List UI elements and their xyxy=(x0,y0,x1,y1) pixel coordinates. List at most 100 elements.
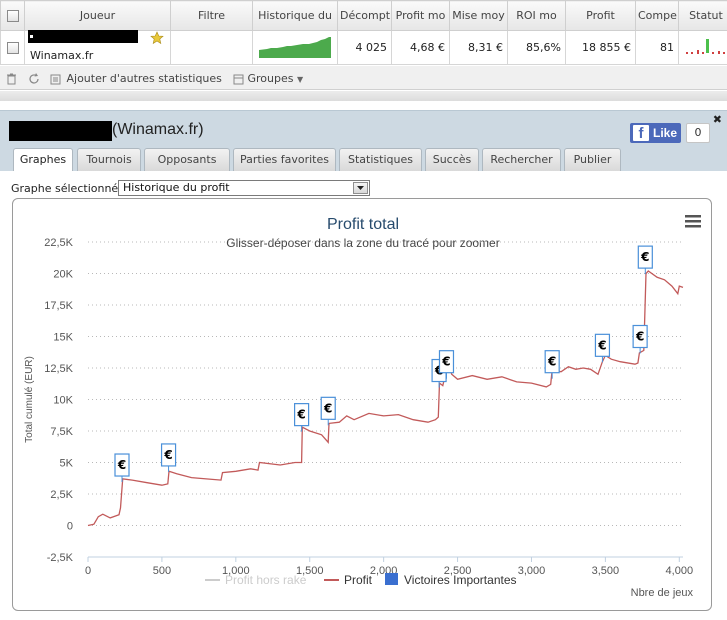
facebook-like-label: Like xyxy=(653,126,677,140)
header-profit-moyen[interactable]: Profit mo xyxy=(392,1,450,31)
history-sparkline xyxy=(257,34,333,58)
profit-chart[interactable]: Profit total Glisser-déposer dans la zone… xyxy=(12,198,712,611)
roi-moyen-value: 85,6% xyxy=(508,31,566,65)
legend-label-profit: Profit xyxy=(344,573,373,587)
y-tick-label: 7,5K xyxy=(50,426,73,438)
header-historique[interactable]: Historique du xyxy=(253,1,338,31)
euro-icon: € xyxy=(117,458,126,472)
groups-label: Groupes xyxy=(248,72,294,85)
panel-title: (Winamax.fr) xyxy=(112,121,204,139)
facebook-icon: f xyxy=(633,125,649,141)
header-roi-moyen[interactable]: ROI mo xyxy=(508,1,566,31)
euro-icon: € xyxy=(323,401,332,415)
compe-value: 81 xyxy=(636,31,679,65)
euro-icon: € xyxy=(640,250,649,264)
euro-icon: € xyxy=(296,408,305,422)
tab-graphes[interactable]: Graphes xyxy=(13,148,73,172)
redacted-dot xyxy=(30,35,33,38)
euro-icon: € xyxy=(163,448,172,462)
graph-select[interactable]: Historique du profit xyxy=(118,180,370,196)
tab-statistiques[interactable]: Statistiques xyxy=(339,148,422,171)
y-tick-label: 12,5K xyxy=(44,363,73,375)
chart-menu-bar xyxy=(685,220,701,223)
euro-icon: € xyxy=(547,355,556,369)
filter-cell xyxy=(171,31,253,65)
player-panel: ✖ (Winamax.fr) f Like 0 Graphes Tournois… xyxy=(0,110,727,619)
euro-icon: € xyxy=(597,338,606,352)
facebook-like-count: 0 xyxy=(686,123,710,143)
tab-tournois[interactable]: Tournois xyxy=(77,148,141,171)
graph-select-value: Historique du profit xyxy=(123,181,230,194)
graphs-content: Graphe sélectionné : Historique du profi… xyxy=(0,171,727,620)
select-all-cell[interactable] xyxy=(1,1,25,31)
header-mise-moyenne[interactable]: Mise moy xyxy=(450,1,508,31)
redacted-player-name xyxy=(28,30,138,43)
history-cell xyxy=(253,31,338,65)
x-tick-label: 3,500 xyxy=(592,565,620,577)
refresh-icon[interactable] xyxy=(28,72,40,85)
y-tick-label: 20K xyxy=(53,269,73,281)
decompte-value: 4 025 xyxy=(338,31,392,65)
euro-icon: € xyxy=(635,330,644,344)
chart-svg[interactable]: Profit total Glisser-déposer dans la zone… xyxy=(13,199,712,611)
row-checkbox[interactable] xyxy=(7,42,19,54)
x-axis-title: Nbre de jeux xyxy=(631,587,694,599)
add-stats-icon xyxy=(50,74,61,85)
y-tick-label: 5K xyxy=(60,458,74,470)
chart-menu-bar xyxy=(685,215,701,218)
close-icon[interactable]: ✖ xyxy=(713,113,722,126)
groups-button[interactable]: Groupes ▼ xyxy=(233,72,303,85)
chart-menu-icon[interactable] xyxy=(685,215,701,228)
add-stats-button[interactable]: Ajouter d'autres statistiques xyxy=(50,72,222,85)
star-icon xyxy=(150,31,164,45)
header-filtre[interactable]: Filtre xyxy=(171,1,253,31)
tab-rechercher[interactable]: Rechercher xyxy=(482,148,561,171)
legend-label-victoires: Victoires Importantes xyxy=(404,573,517,587)
player-site: Winamax.fr xyxy=(30,49,93,62)
profit-value: 18 855 € xyxy=(566,31,636,65)
x-tick-label: 4,000 xyxy=(666,565,694,577)
legend-swatch-victoires xyxy=(385,573,398,585)
y-tick-label: 2,5K xyxy=(50,489,73,501)
y-tick-label: 15K xyxy=(53,332,73,344)
x-tick-label: 3,000 xyxy=(518,565,546,577)
header-profit[interactable]: Profit xyxy=(566,1,636,31)
profit-series-line xyxy=(88,271,683,526)
separator-bar xyxy=(0,91,727,101)
tab-parties-favorites[interactable]: Parties favorites xyxy=(233,148,336,171)
chart-subtitle: Glisser-déposer dans la zone du tracé po… xyxy=(226,236,499,250)
y-axis-title: Total cumulé (EUR) xyxy=(24,356,35,443)
redacted-player-name-panel xyxy=(9,121,112,141)
y-tick-label: -2,5K xyxy=(47,552,74,564)
header-compe[interactable]: Compe xyxy=(636,1,679,31)
tab-opposants[interactable]: Opposants xyxy=(144,148,230,171)
row-checkbox-cell[interactable] xyxy=(1,31,25,65)
chart-menu-bar xyxy=(685,225,701,228)
y-tick-label: 22,5K xyxy=(44,237,73,249)
mise-moyenne-value: 8,31 € xyxy=(450,31,508,65)
status-mini-chart xyxy=(683,35,727,57)
groups-icon xyxy=(233,74,244,85)
status-cell xyxy=(679,31,727,65)
select-all-checkbox[interactable] xyxy=(7,10,19,22)
y-tick-label: 17,5K xyxy=(44,300,73,312)
tab-succes[interactable]: Succès xyxy=(425,148,479,171)
dropdown-arrow-icon[interactable] xyxy=(353,182,368,194)
x-tick-label: 0 xyxy=(85,565,91,577)
y-tick-label: 0 xyxy=(67,521,73,533)
chevron-down-icon: ▼ xyxy=(297,75,303,84)
euro-icon: € xyxy=(441,355,450,369)
trash-icon[interactable] xyxy=(6,72,17,85)
graph-select-label: Graphe sélectionné : xyxy=(11,182,125,195)
profit-moyen-value: 4,68 € xyxy=(392,31,450,65)
facebook-like-button[interactable]: f Like xyxy=(630,123,681,143)
toolbar: Ajouter d'autres statistiques Groupes ▼ xyxy=(0,66,727,90)
legend-label-hors-rake: Profit hors rake xyxy=(225,573,307,587)
header-statut[interactable]: Statut xyxy=(679,1,727,31)
chart-title: Profit total xyxy=(327,216,399,233)
header-joueur[interactable]: Joueur xyxy=(25,1,171,31)
tab-publier[interactable]: Publier xyxy=(564,148,621,171)
y-tick-label: 10K xyxy=(53,395,73,407)
header-decompte[interactable]: Décompt xyxy=(338,1,392,31)
add-stats-label: Ajouter d'autres statistiques xyxy=(67,72,222,85)
